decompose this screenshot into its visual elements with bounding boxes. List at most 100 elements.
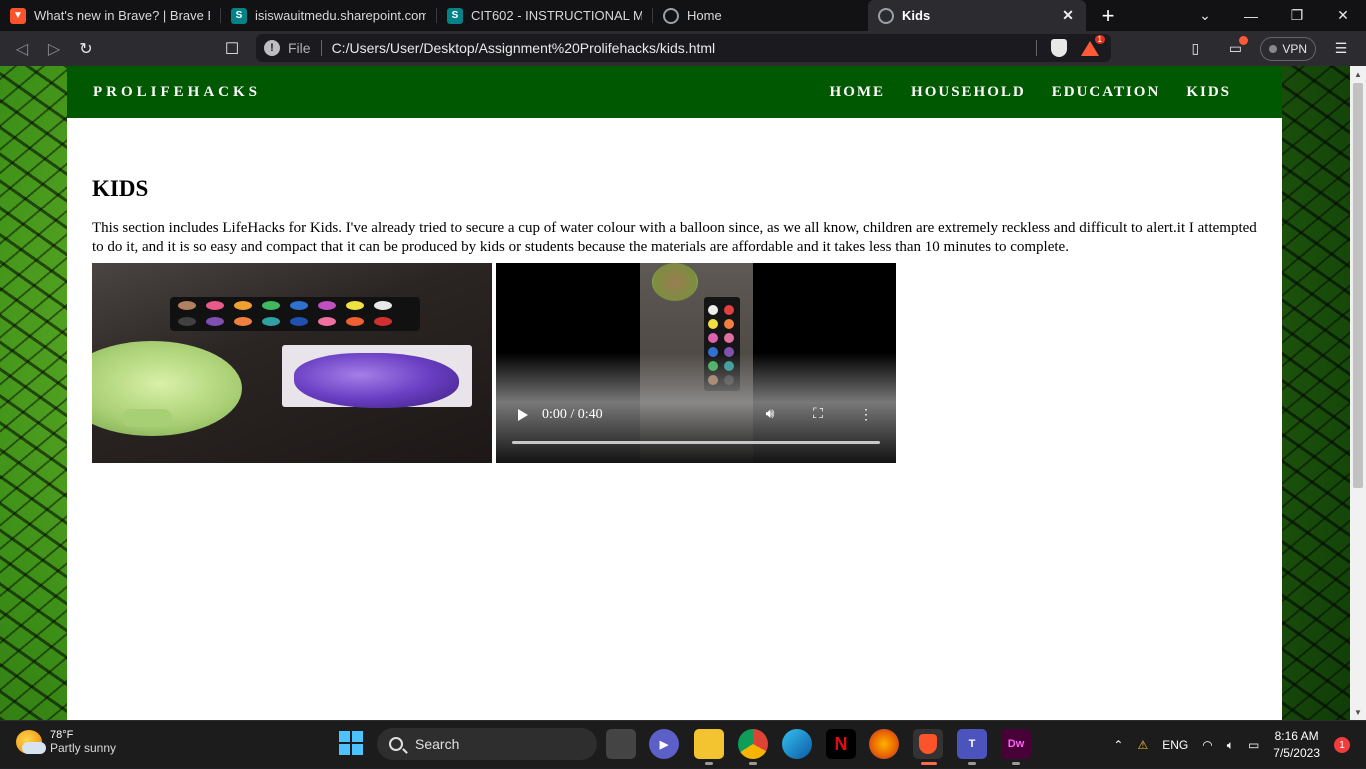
tab-title: Home bbox=[687, 8, 722, 23]
wallet-icon[interactable]: ▭ bbox=[1220, 34, 1250, 64]
video-player[interactable]: 0:00 / 0:40 🔊︎ ⛶ ⋮ bbox=[496, 263, 896, 463]
rewards-badge: 1 bbox=[1094, 35, 1105, 44]
watercolor-palette bbox=[170, 297, 420, 331]
taskbar-search[interactable]: Search bbox=[377, 728, 597, 760]
play-icon[interactable] bbox=[518, 409, 528, 421]
video-controls: 0:00 / 0:40 🔊︎ ⛶ ⋮ bbox=[512, 401, 880, 429]
bookmark-icon[interactable]: ☐ bbox=[216, 33, 248, 65]
teams-meet-icon[interactable]: ▶ bbox=[649, 729, 679, 759]
site-brand[interactable]: PROLIFEHACKS bbox=[93, 84, 261, 101]
weather-widget[interactable]: 78°F Partly sunny bbox=[16, 729, 116, 755]
close-tab-icon[interactable]: ✕ bbox=[1060, 7, 1076, 24]
page-title: KIDS bbox=[92, 176, 149, 201]
file-explorer-icon[interactable] bbox=[694, 729, 724, 765]
vpn-status-dot bbox=[1269, 44, 1278, 53]
teams-icon[interactable]: T bbox=[957, 729, 987, 765]
window-controls: ⌄ — ❐ ✕ bbox=[1182, 0, 1366, 31]
url-text[interactable]: C:/Users/User/Desktop/Assignment%20Proli… bbox=[332, 40, 1036, 56]
minimize-button[interactable]: — bbox=[1228, 0, 1274, 31]
partly-sunny-icon bbox=[16, 730, 46, 754]
netflix-icon[interactable]: N bbox=[826, 729, 856, 759]
sharepoint-icon: S bbox=[447, 7, 463, 24]
tab-brave-whats-new[interactable]: ▼ What's new in Brave? | Brave Brow bbox=[0, 0, 220, 31]
video-progress-bar[interactable] bbox=[512, 441, 880, 444]
sidebar-icon[interactable]: ▯ bbox=[1180, 34, 1210, 64]
dreamweaver-icon[interactable]: Dw bbox=[1001, 729, 1031, 765]
clock-date: 7/5/2023 bbox=[1273, 746, 1320, 760]
edge-icon[interactable] bbox=[782, 729, 812, 759]
tab-sharepoint[interactable]: S isiswauitmedu.sharepoint.com/site bbox=[221, 0, 436, 31]
clock[interactable]: 8:16 AM 7/5/2023 bbox=[1273, 728, 1320, 762]
scroll-up-arrow[interactable]: ▲ bbox=[1350, 66, 1366, 82]
tab-kids[interactable]: Kids ✕ bbox=[868, 0, 1086, 31]
restore-button[interactable]: ❐ bbox=[1274, 0, 1320, 31]
menu-icon[interactable]: ☰ bbox=[1326, 34, 1356, 64]
system-tray: ⌃ ⚠ ENG ◠ 🔈︎ ▭ 8:16 AM 7/5/2023 1 bbox=[1113, 721, 1350, 769]
tab-title: CIT602 - INSTRUCTIONAL MATERI bbox=[471, 8, 642, 23]
wifi-icon[interactable]: ◠ bbox=[1202, 738, 1212, 752]
clock-time: 8:16 AM bbox=[1274, 729, 1319, 743]
cup-handle bbox=[122, 409, 172, 427]
more-options-icon[interactable]: ⋮ bbox=[852, 407, 880, 424]
vpn-label: VPN bbox=[1282, 41, 1307, 56]
page-scrollbar[interactable]: ▲ ▼ bbox=[1350, 66, 1366, 720]
scroll-down-arrow[interactable]: ▼ bbox=[1350, 704, 1366, 720]
chrome-icon[interactable] bbox=[738, 729, 768, 765]
video-time: 0:00 / 0:40 bbox=[542, 407, 603, 422]
site-info-icon[interactable]: ! bbox=[264, 40, 280, 56]
globe-icon bbox=[663, 7, 679, 24]
start-button[interactable] bbox=[339, 731, 363, 755]
close-window-button[interactable]: ✕ bbox=[1320, 0, 1366, 31]
security-warning-icon[interactable]: ⚠ bbox=[1137, 738, 1148, 752]
battery-icon[interactable]: ▭ bbox=[1248, 738, 1259, 752]
notification-badge[interactable]: 1 bbox=[1334, 737, 1350, 753]
scroll-thumb[interactable] bbox=[1353, 83, 1363, 488]
tab-home[interactable]: Home bbox=[653, 0, 868, 31]
firefox-icon[interactable] bbox=[869, 729, 899, 759]
wallet-badge bbox=[1239, 35, 1249, 45]
site-menu: HOME HOUSEHOLD EDUCATION KIDS bbox=[830, 84, 1256, 101]
address-divider bbox=[320, 40, 322, 56]
globe-icon bbox=[878, 7, 894, 24]
volume-icon[interactable]: 🔈︎ bbox=[1227, 738, 1234, 753]
nav-kids[interactable]: KIDS bbox=[1186, 84, 1231, 101]
brave-shields-icon[interactable] bbox=[1051, 39, 1067, 57]
fullscreen-icon[interactable]: ⛶ bbox=[804, 407, 832, 423]
nav-education[interactable]: EDUCATION bbox=[1052, 84, 1161, 101]
materials-photo bbox=[92, 263, 492, 463]
show-hidden-icons-chevron[interactable]: ⌃ bbox=[1113, 738, 1123, 752]
tab-title: What's new in Brave? | Brave Brow bbox=[34, 8, 210, 23]
forward-button[interactable]: ▷ bbox=[38, 33, 70, 65]
vpn-button[interactable]: VPN bbox=[1260, 36, 1316, 61]
task-view-icon[interactable] bbox=[606, 729, 636, 759]
tab-cit602[interactable]: S CIT602 - INSTRUCTIONAL MATERI bbox=[437, 0, 652, 31]
scheme-label: File bbox=[288, 40, 311, 56]
search-label: Search bbox=[415, 736, 460, 752]
weather-desc: Partly sunny bbox=[50, 741, 117, 755]
address-bar[interactable]: ! File C:/Users/User/Desktop/Assignment%… bbox=[256, 34, 1111, 62]
brave-icon[interactable] bbox=[913, 729, 943, 765]
language-indicator[interactable]: ENG bbox=[1162, 738, 1188, 752]
address-bar-actions: 1 bbox=[1036, 35, 1111, 57]
nav-household[interactable]: HOUSEHOLD bbox=[911, 84, 1026, 101]
taskbar: 78°F Partly sunny Search ▶ N T Dw ⌃ ⚠ EN… bbox=[0, 720, 1366, 768]
tab-search-chevron-icon[interactable]: ⌄ bbox=[1182, 0, 1228, 31]
balloon-pack bbox=[282, 345, 472, 408]
new-tab-button[interactable]: + bbox=[1086, 0, 1130, 31]
brave-lion-icon bbox=[919, 734, 937, 754]
divider bbox=[1036, 40, 1037, 56]
back-button[interactable]: ◁ bbox=[6, 33, 38, 65]
brave-rewards-icon[interactable]: 1 bbox=[1081, 35, 1105, 56]
reload-button[interactable]: ↻ bbox=[70, 33, 102, 65]
sharepoint-icon: S bbox=[231, 7, 247, 24]
toolbar-right: ▯ ▭ VPN ☰ bbox=[1180, 31, 1366, 66]
tab-title: isiswauitmedu.sharepoint.com/site bbox=[255, 8, 426, 23]
search-icon bbox=[389, 737, 403, 751]
site-navbar: PROLIFEHACKS HOME HOUSEHOLD EDUCATION KI… bbox=[67, 66, 1282, 118]
volume-icon[interactable]: 🔊︎ bbox=[756, 407, 784, 423]
brave-lion-icon: ▼ bbox=[10, 7, 26, 24]
intro-paragraph: This section includes LifeHacks for Kids… bbox=[92, 220, 1257, 255]
weather-temp: 78°F bbox=[50, 729, 74, 741]
main-content: KIDS This section includes LifeHacks for… bbox=[67, 118, 1282, 463]
nav-home[interactable]: HOME bbox=[830, 84, 886, 101]
